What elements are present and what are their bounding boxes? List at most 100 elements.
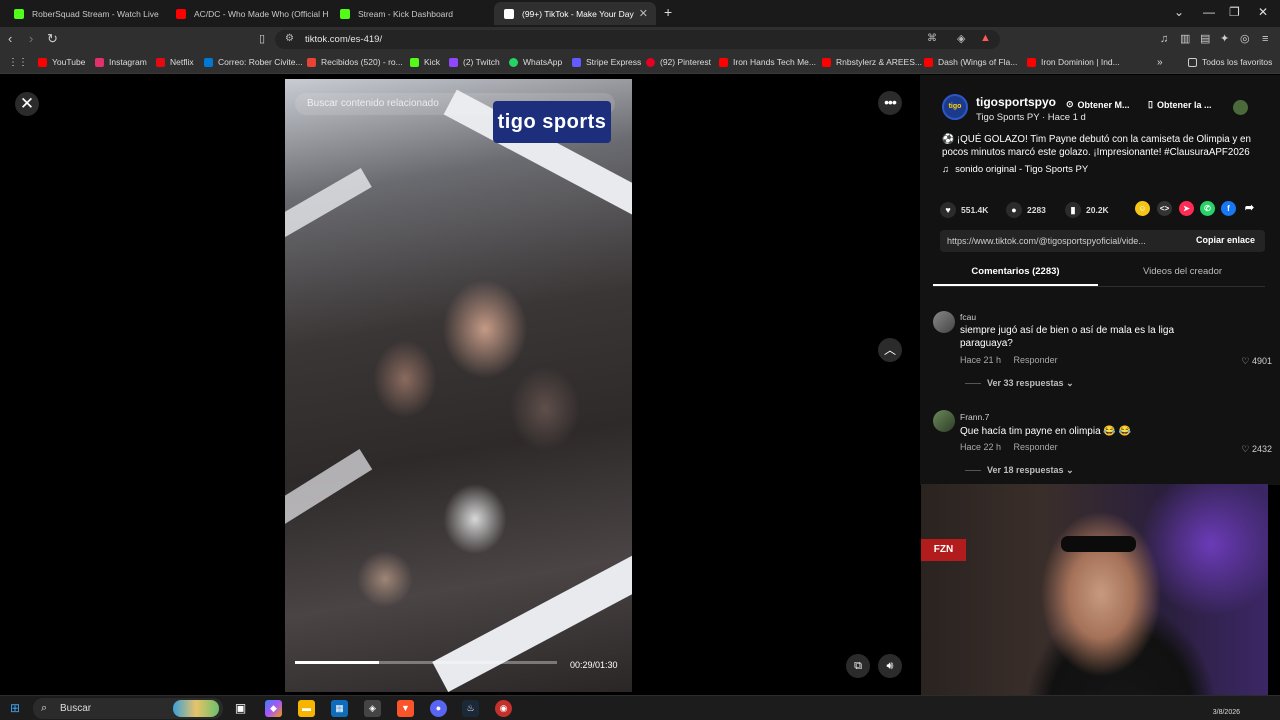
maximize-button[interactable]: ❐ — [1229, 5, 1240, 19]
comment-username[interactable]: fcau — [960, 312, 976, 322]
tab-search-icon[interactable]: ⌄ — [1174, 5, 1184, 19]
tab-kick-dashboard[interactable]: Stream - Kick Dashboard — [330, 2, 492, 25]
save-button[interactable]: ▮ 20.2K — [1065, 202, 1109, 218]
creator-avatar[interactable]: tigo — [942, 94, 968, 120]
forward-icon[interactable]: › — [29, 32, 33, 46]
task-view-icon[interactable]: ▣ — [232, 700, 249, 717]
get-app-button[interactable]: ⊙ Obtener M... — [1066, 99, 1130, 110]
copilot-icon[interactable]: ◆ — [265, 700, 282, 717]
windows-taskbar: ⊞ ⌕ Buscar ▣ ◆ ▬ ▦ ◈ ▼ ● ♨ ◉ 3/8/2026 — [0, 695, 1280, 720]
obs-icon[interactable]: ◉ — [495, 700, 512, 717]
whatsapp-icon[interactable]: ✆ — [1200, 201, 1215, 216]
steam-icon[interactable]: ♨ — [462, 700, 479, 717]
comment-username[interactable]: Frann.7 — [960, 412, 989, 422]
kick-icon — [340, 8, 350, 19]
chevron-down-icon: ⌄ — [1066, 378, 1074, 388]
user-avatar[interactable] — [1233, 100, 1248, 115]
send-icon[interactable]: ➤ — [1179, 201, 1194, 216]
bookmark-youtube[interactable]: YouTube — [38, 57, 85, 67]
share-arrow-icon[interactable]: ➦ — [1242, 201, 1257, 216]
bookmark-whatsapp[interactable]: WhatsApp — [509, 57, 562, 67]
bookmark-correo[interactable]: Correo: Rober Civite... — [204, 57, 303, 67]
vpn-icon[interactable]: ◎ — [1240, 32, 1250, 46]
embed-icon[interactable]: <> — [1157, 201, 1172, 216]
bookmark-kick[interactable]: Kick — [410, 57, 440, 67]
whatsapp-icon — [509, 57, 518, 67]
brave-rewards-icon[interactable]: ▲ — [980, 32, 991, 44]
sound-link[interactable]: ♫ sonido original - Tigo Sports PY — [942, 164, 1088, 175]
bookmark-twitch[interactable]: (2) Twitch — [449, 57, 500, 67]
bookmark-netflix[interactable]: Netflix — [156, 57, 194, 67]
comment-text: siempre jugó así de bien o así de mala e… — [960, 325, 1175, 349]
tab-acdc[interactable]: AC/DC - Who Made Who (Official HD — [166, 2, 328, 25]
youtube-icon — [1027, 57, 1036, 67]
more-options-button[interactable]: ••• — [878, 91, 902, 115]
bookmark-rnbstylerz[interactable]: Rnbstylerz & AREES... — [822, 57, 922, 67]
translate-icon[interactable]: ⌘ — [927, 33, 937, 44]
volume-button[interactable]: 🔊︎ — [878, 654, 902, 678]
comment-like-button[interactable]: ♡ 2432 — [1241, 444, 1272, 455]
address-bar[interactable]: ⚙ tiktok.com/es-419/ ⌘ ◈ ▲ — [275, 30, 1000, 49]
new-tab-button[interactable]: + — [664, 4, 672, 20]
bookmark-icon[interactable]: ▯ — [259, 32, 265, 46]
app-icon[interactable]: ◈ — [364, 700, 381, 717]
bookmark-dash[interactable]: Dash (Wings of Fla... — [924, 57, 1017, 67]
bookmark-gmail[interactable]: Recibidos (520) - ro... — [307, 57, 403, 67]
share-friends-icon[interactable]: ☺ — [1135, 201, 1150, 216]
comment-button[interactable]: ● 2283 — [1006, 202, 1046, 218]
previous-video-button[interactable]: ︿ — [878, 338, 902, 362]
more-bookmarks-icon[interactable]: » — [1157, 57, 1163, 68]
reload-icon[interactable]: ↻ — [47, 32, 58, 46]
apps-grid-icon[interactable]: ⋮⋮ — [8, 57, 28, 68]
bookmark-iron-dominion[interactable]: Iron Dominion | Ind... — [1027, 57, 1120, 67]
video-caption: ⚽ ¡QUÉ GOLAZO! Tim Payne debutó con la c… — [942, 134, 1251, 158]
store-icon[interactable]: ▦ — [331, 700, 348, 717]
video-progress-bar[interactable] — [295, 661, 557, 664]
leo-ai-icon[interactable]: ✦ — [1220, 32, 1229, 46]
brave-shields-icon[interactable]: ◈ — [957, 32, 965, 45]
creator-username[interactable]: tigosportspyo — [976, 95, 1056, 109]
site-info-icon[interactable]: ⚙ — [285, 33, 294, 44]
view-replies-button[interactable]: Ver 33 respuestas ⌄ — [965, 378, 1074, 389]
youtube-icon — [924, 57, 933, 67]
tab-tiktok[interactable]: (99+) TikTok - Make Your Day ✕ — [494, 2, 656, 25]
close-video-button[interactable]: ✕ — [15, 92, 39, 116]
video-scene-stripe — [285, 167, 372, 253]
reply-button[interactable]: Responder — [1014, 355, 1058, 365]
menu-icon[interactable]: ≡ — [1262, 32, 1268, 46]
streamer-webcam-overlay: FZN — [921, 484, 1268, 712]
brave-browser-icon[interactable]: ▼ — [397, 700, 414, 717]
bookmark-instagram[interactable]: Instagram — [95, 57, 147, 67]
all-bookmarks-folder[interactable]: Todos los favoritos — [1188, 57, 1272, 67]
facebook-icon[interactable]: f — [1221, 201, 1236, 216]
tab-robersquad[interactable]: RoberSquad Stream - Watch Live — [4, 2, 164, 25]
commenter-avatar[interactable] — [933, 311, 955, 333]
file-explorer-icon[interactable]: ▬ — [298, 700, 315, 717]
share-link-field[interactable]: https://www.tiktok.com/@tigosportspyofic… — [940, 230, 1265, 252]
reply-button[interactable]: Responder — [1014, 442, 1058, 452]
bookmark-pinterest[interactable]: (92) Pinterest — [646, 57, 711, 67]
get-desktop-app-button[interactable]: ▯ Obtener la ... — [1148, 99, 1211, 110]
bookmark-stripe[interactable]: Stripe Express — [572, 57, 641, 67]
commenter-avatar[interactable] — [933, 410, 955, 432]
picture-in-picture-button[interactable]: ⧉ — [846, 654, 870, 678]
close-window-button[interactable]: ✕ — [1258, 5, 1268, 19]
media-icon[interactable]: ♫ — [1160, 32, 1168, 46]
sidebar-icon[interactable]: ▥ — [1180, 32, 1190, 46]
view-replies-button[interactable]: Ver 18 respuestas ⌄ — [965, 465, 1074, 476]
tab-creator-videos[interactable]: Videos del creador — [1100, 266, 1265, 286]
comment-like-button[interactable]: ♡ 4901 — [1241, 356, 1272, 367]
like-button[interactable]: ♥ 551.4K — [940, 202, 988, 218]
bookmark-iron-hands[interactable]: Iron Hands Tech Me... — [719, 57, 816, 67]
video-player[interactable]: Buscar contenido relacionado ⌕ tigo spor… — [285, 79, 632, 692]
copy-link-button[interactable]: Copiar enlace — [1196, 235, 1255, 245]
back-icon[interactable]: ‹ — [8, 32, 12, 46]
chat-app-icon[interactable]: ● — [430, 700, 447, 717]
minimize-button[interactable]: — — [1203, 5, 1215, 19]
wallet-icon[interactable]: ▤ — [1200, 32, 1210, 46]
taskbar-search-input[interactable]: ⌕ Buscar — [33, 698, 223, 719]
close-tab-icon[interactable]: ✕ — [639, 7, 648, 20]
windows-start-icon[interactable]: ⊞ — [10, 702, 22, 714]
video-info-panel: tigo tigosportspyo Tigo Sports PY · Hace… — [920, 75, 1280, 485]
tab-comments[interactable]: Comentarios (2283) — [933, 266, 1098, 286]
